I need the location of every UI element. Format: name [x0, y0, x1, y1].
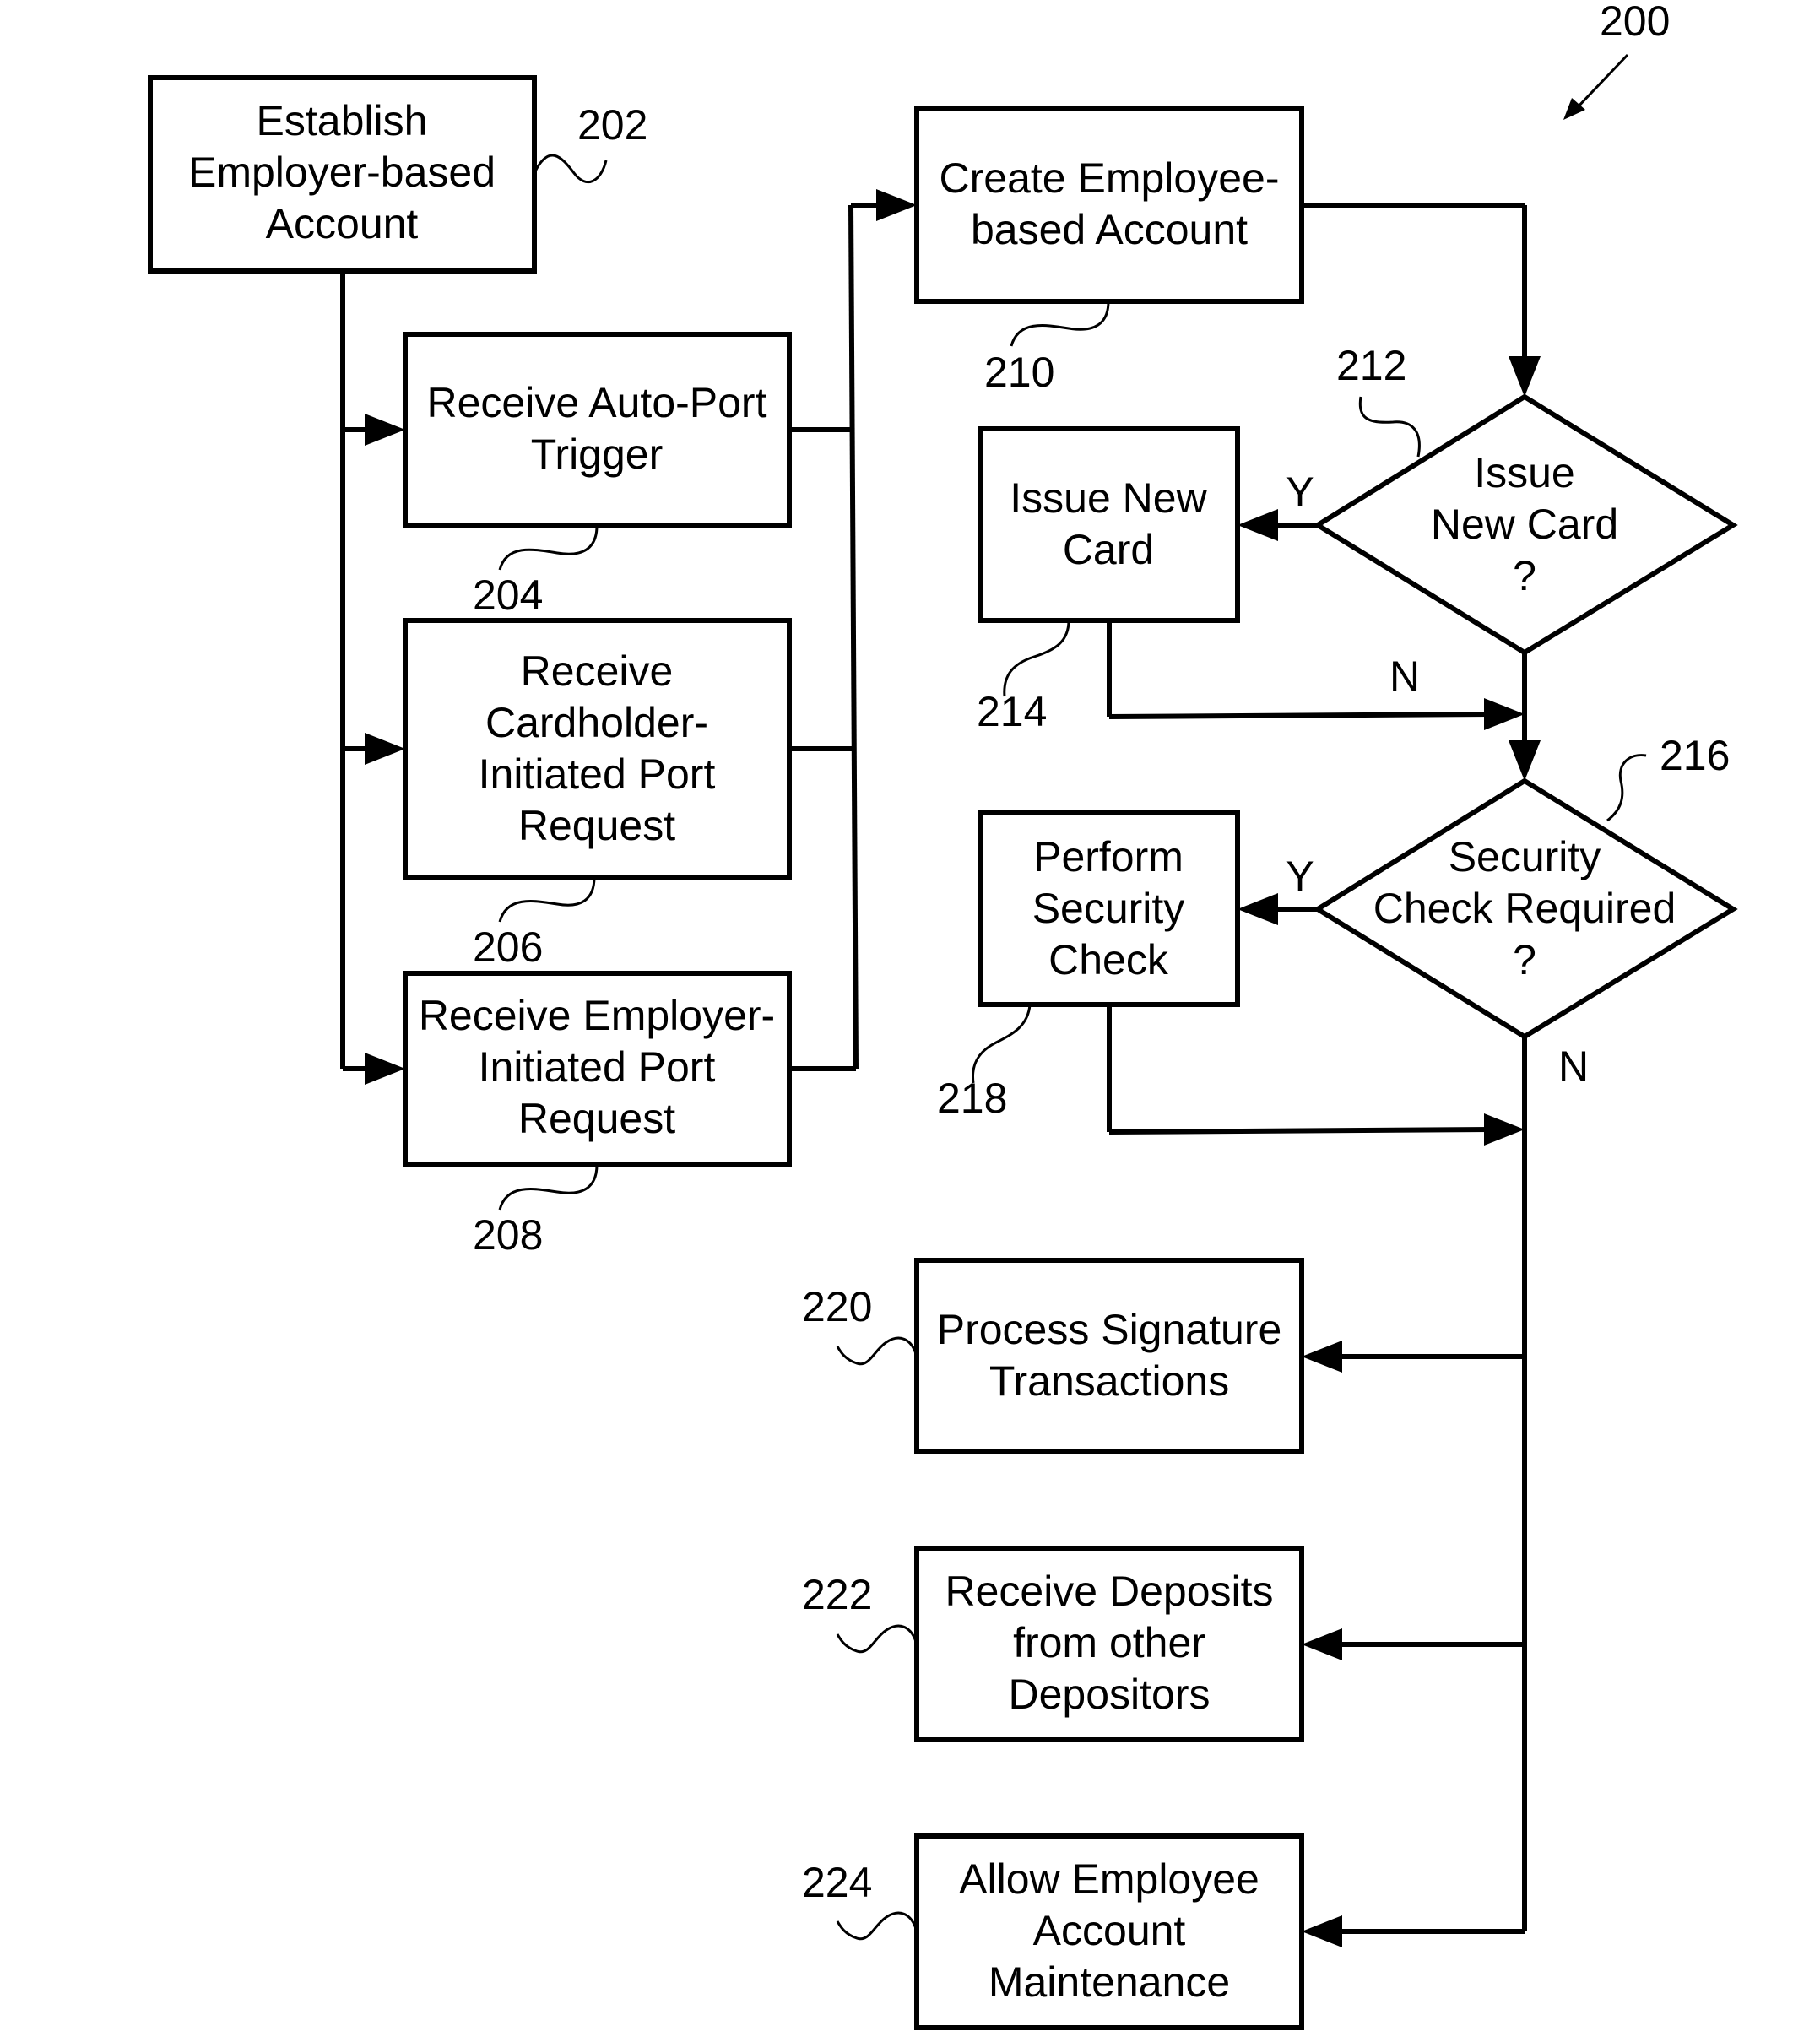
- box-206-line-1: Receive: [521, 647, 674, 695]
- ref-label-206: 206: [473, 924, 543, 971]
- ref-leader-202: [533, 154, 608, 184]
- box-224-line-3: Maintenance: [989, 1958, 1230, 2006]
- edge-label-212-no: N: [1389, 653, 1420, 700]
- ref-leader-216: [1606, 754, 1647, 822]
- ref-leader-222: [836, 1624, 918, 1654]
- ref-leader-212: [1358, 396, 1421, 458]
- decision-diamond-216: Security Check Required ?: [1313, 777, 1738, 1040]
- box-222-line-3: Depositors: [1009, 1671, 1211, 1718]
- box-202-line-1: Establish: [257, 97, 428, 144]
- diamond-212-line-2: New Card: [1431, 501, 1618, 548]
- process-box-206: Receive Cardholder- Initiated Port Reque…: [403, 618, 792, 880]
- box-204-line-2: Trigger: [531, 431, 664, 478]
- process-box-210: Create Employee- based Account: [914, 106, 1304, 304]
- box-224-line-2: Account: [1033, 1907, 1186, 1954]
- box-206-line-4: Request: [518, 802, 675, 849]
- ref-leader-210: [1010, 301, 1110, 347]
- process-box-208: Receive Employer- Initiated Port Request: [403, 971, 792, 1167]
- figure-ref-label: 200: [1600, 0, 1670, 45]
- figure-ref-arrow: [1563, 53, 1629, 120]
- box-206-line-3: Initiated Port: [479, 750, 716, 798]
- box-210-line-1: Create Employee-: [940, 154, 1280, 202]
- connector-to-224: [1302, 1915, 1525, 1947]
- ref-leader-204: [498, 525, 599, 571]
- process-box-222: Receive Deposits from other Depositors: [914, 1546, 1304, 1742]
- ref-label-204: 204: [473, 571, 543, 619]
- box-222-line-1: Receive Deposits: [945, 1568, 1273, 1615]
- flowchart: 200 Y N Y N Establish Employer-based Acc…: [148, 0, 1738, 2030]
- ref-label-208: 208: [473, 1211, 543, 1259]
- box-208-line-1: Receive Employer-: [419, 992, 775, 1039]
- box-214-line-1: Issue New: [1010, 474, 1207, 522]
- ref-label-214: 214: [977, 688, 1047, 735]
- box-202-line-3: Account: [266, 200, 419, 247]
- ref-leader-218: [971, 1004, 1032, 1084]
- ref-label-210: 210: [984, 349, 1054, 396]
- decision-diamond-212: Issue New Card ?: [1313, 393, 1738, 656]
- ref-leader-220: [836, 1336, 918, 1366]
- ref-label-220: 220: [802, 1283, 872, 1330]
- ref-label-222: 222: [802, 1571, 872, 1618]
- box-208-line-2: Initiated Port: [479, 1043, 716, 1091]
- process-box-202: Establish Employer-based Account: [148, 75, 537, 274]
- box-224-line-1: Allow Employee: [959, 1855, 1259, 1903]
- diamond-216-line-1: Security: [1449, 833, 1601, 880]
- connector-218-merge: [1107, 1005, 1525, 1146]
- ref-leader-224: [836, 1911, 918, 1941]
- ref-label-212: 212: [1336, 342, 1406, 389]
- box-220-line-2: Transactions: [989, 1357, 1229, 1405]
- diamond-216-line-2: Check Required: [1373, 885, 1676, 932]
- connector-to-208: [343, 1053, 405, 1085]
- box-218-line-1: Perform: [1033, 833, 1184, 880]
- box-214-line-2: Card: [1063, 526, 1154, 573]
- box-222-line-2: from other: [1013, 1619, 1205, 1666]
- ref-label-216: 216: [1660, 732, 1730, 779]
- box-204-line-1: Receive Auto-Port: [427, 379, 767, 426]
- box-218-line-3: Check: [1048, 936, 1169, 983]
- ref-leader-208: [498, 1164, 599, 1211]
- process-box-224: Allow Employee Account Maintenance: [914, 1833, 1304, 2030]
- connector-to-220: [1302, 1341, 1525, 1373]
- box-202-line-2: Employer-based: [188, 149, 496, 196]
- diamond-212-line-1: Issue: [1474, 449, 1575, 496]
- box-208-line-3: Request: [518, 1095, 675, 1142]
- connector-214-merge: [1107, 620, 1525, 730]
- connector-to-222: [1302, 1628, 1525, 1660]
- edge-label-212-yes: Y: [1286, 469, 1314, 516]
- connector-to-206: [343, 733, 405, 765]
- process-box-204: Receive Auto-Port Trigger: [403, 332, 792, 528]
- box-206-line-2: Cardholder-: [485, 699, 708, 746]
- process-box-218: Perform Security Check: [978, 810, 1240, 1007]
- diamond-216-line-3: ?: [1513, 936, 1536, 983]
- ref-leader-214: [1003, 620, 1070, 697]
- edge-label-216-no: N: [1558, 1043, 1589, 1090]
- process-box-214: Issue New Card: [978, 426, 1240, 623]
- ref-label-224: 224: [802, 1859, 872, 1906]
- ref-leader-206: [498, 876, 596, 923]
- box-220-line-1: Process Signature: [937, 1306, 1282, 1353]
- diamond-212-line-3: ?: [1513, 552, 1536, 599]
- process-box-220: Process Signature Transactions: [914, 1258, 1304, 1454]
- box-210-line-2: based Account: [971, 206, 1248, 253]
- connector-204-206-208-merge: [789, 189, 917, 1071]
- box-218-line-2: Security: [1032, 885, 1185, 932]
- ref-label-202: 202: [577, 101, 647, 149]
- connector-to-204: [343, 414, 405, 446]
- edge-label-216-yes: Y: [1286, 853, 1314, 900]
